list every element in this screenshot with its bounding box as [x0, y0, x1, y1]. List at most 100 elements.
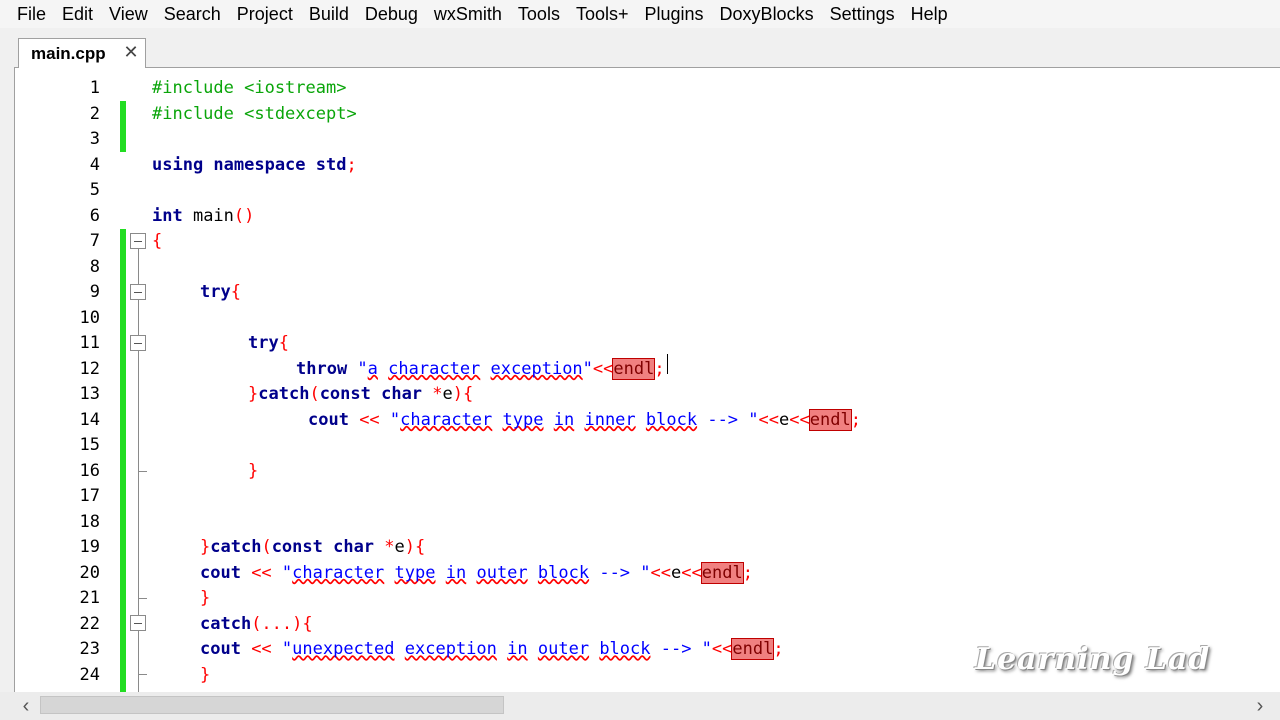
fold-end-marker	[138, 471, 147, 472]
menu-edit[interactable]: Edit	[54, 0, 101, 28]
code-line-20: cout << "character type in outer block -…	[200, 561, 753, 587]
string-word: character	[292, 562, 385, 583]
string-literal: "	[389, 409, 401, 430]
error-highlight: endl	[731, 638, 775, 660]
text-cursor-icon	[667, 352, 669, 376]
code-line-22: catch(...){	[200, 612, 313, 638]
fold-toggle-icon[interactable]	[130, 335, 146, 351]
tab-label: main.cpp	[31, 43, 106, 63]
close-icon[interactable]: ✕	[123, 43, 139, 61]
code-line-21: }	[200, 586, 210, 612]
string-literal: --> "	[697, 409, 759, 430]
operator: {	[278, 333, 289, 353]
line-number: 15	[79, 435, 100, 455]
code-line-13: }catch(const char *e){	[248, 382, 473, 408]
menu-settings[interactable]: Settings	[822, 0, 903, 28]
keyword: cout	[200, 562, 241, 583]
string-space	[480, 359, 490, 379]
fold-toggle-icon[interactable]	[130, 284, 146, 300]
string-word: exception	[490, 358, 583, 379]
identifier: main	[182, 205, 234, 226]
menu-search[interactable]: Search	[156, 0, 229, 28]
line-number: 19	[79, 537, 100, 557]
line-number: 21	[79, 588, 100, 608]
menu-tools[interactable]: Tools	[510, 0, 568, 28]
string-space	[636, 410, 646, 430]
line-number: 12	[79, 358, 100, 379]
string-word: block	[537, 562, 590, 583]
horizontal-scrollbar[interactable]: ‹ ›	[0, 692, 1280, 720]
fold-end-marker	[138, 674, 147, 675]
identifier: e	[671, 562, 682, 583]
line-number: 18	[79, 511, 100, 532]
menu-wxsmith[interactable]: wxSmith	[426, 0, 510, 28]
operator: <<	[592, 358, 614, 379]
menu-project[interactable]: Project	[229, 0, 301, 28]
line-number: 3	[89, 129, 100, 149]
watermark-logo: Learning Lad	[975, 642, 1211, 677]
string-space	[435, 563, 445, 583]
line-number: 13	[79, 384, 100, 404]
change-marker	[120, 229, 126, 692]
menu-help[interactable]: Help	[903, 0, 956, 28]
line-number: 9	[89, 282, 100, 302]
scroll-left-icon[interactable]: ‹	[16, 696, 36, 716]
keyword: cout	[308, 409, 349, 430]
operator: ){	[404, 537, 426, 557]
string-space	[395, 639, 405, 659]
operator: (...){	[251, 613, 313, 634]
operator: ()	[233, 205, 255, 226]
menu-plugins[interactable]: Plugins	[637, 0, 712, 28]
code-line-4: using namespace std;	[152, 153, 357, 179]
change-marker	[120, 101, 126, 152]
menu-tools-plus[interactable]: Tools+	[568, 0, 637, 28]
operator: (	[309, 384, 320, 404]
code-line-11: try{	[248, 331, 289, 357]
operator: }	[200, 664, 211, 685]
string-space	[528, 563, 538, 583]
string-word: in	[507, 639, 528, 659]
code-line-6: int main()	[152, 204, 254, 230]
operator: <<	[348, 409, 390, 430]
code-line-12: throw "a character exception"<<endl;	[296, 357, 665, 383]
string-word: outer	[476, 562, 528, 583]
code-line-19: }catch(const char *e){	[200, 535, 425, 561]
string-literal: "	[281, 639, 293, 659]
tab-main-cpp[interactable]: main.cpp ✕	[18, 38, 146, 68]
operator: ;	[850, 409, 861, 430]
line-number: 11	[79, 333, 100, 353]
error-highlight: endl	[612, 357, 656, 380]
keyword: int	[152, 205, 183, 226]
line-number: 22	[79, 613, 100, 634]
fold-toggle-icon[interactable]	[130, 615, 146, 631]
code-line-16: }	[248, 459, 258, 485]
scrollbar-thumb[interactable]	[40, 696, 504, 714]
keyword: catch	[200, 613, 252, 634]
operator: ;	[742, 562, 753, 583]
keyword: using namespace std	[152, 154, 347, 175]
menu-build[interactable]: Build	[301, 0, 357, 28]
menu-doxyblocks[interactable]: DoxyBlocks	[712, 0, 822, 28]
line-number: 4	[89, 154, 100, 175]
identifier: e	[394, 537, 405, 557]
string-word: block	[599, 639, 651, 659]
menu-view[interactable]: View	[101, 0, 156, 28]
menu-debug[interactable]: Debug	[357, 0, 426, 28]
fold-toggle-icon[interactable]	[130, 233, 146, 249]
line-number: 20	[79, 562, 100, 583]
line-number: 17	[79, 486, 100, 506]
line-number: 2	[89, 103, 100, 124]
operator: }	[200, 588, 211, 608]
string-word: type	[502, 409, 544, 430]
code-line-9: try{	[200, 280, 241, 306]
operator: {	[230, 282, 241, 302]
string-word: block	[645, 409, 698, 430]
scroll-right-icon[interactable]: ›	[1250, 696, 1270, 716]
line-number: 1	[89, 78, 100, 98]
line-number: 7	[89, 231, 100, 251]
line-number: 24	[79, 664, 100, 685]
menu-file[interactable]: File	[0, 0, 54, 28]
operator: *	[422, 384, 443, 404]
operator: ;	[773, 639, 784, 659]
line-number: 8	[89, 256, 100, 277]
